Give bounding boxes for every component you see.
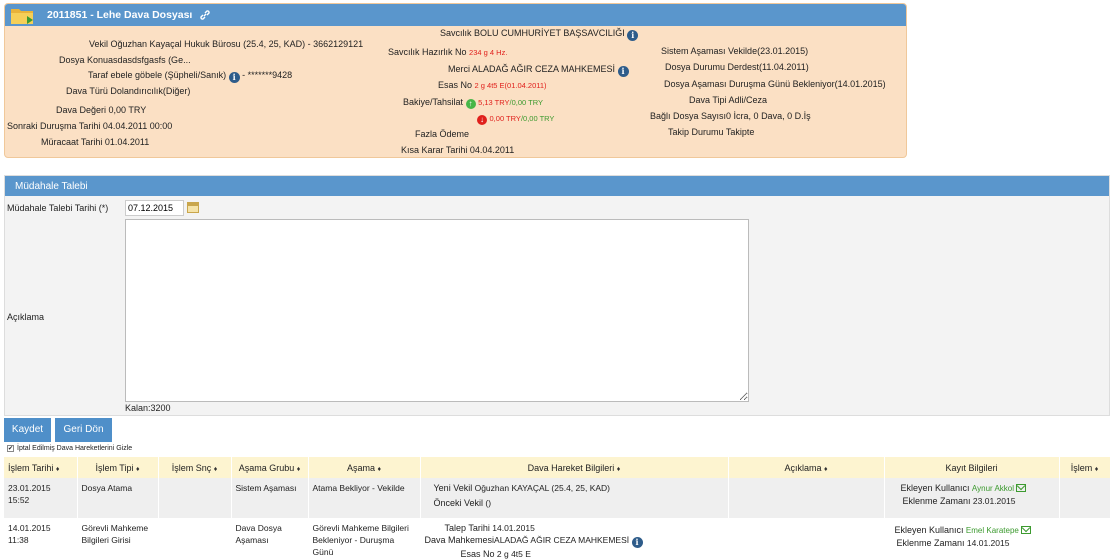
field-dosya-durumu: Dosya Durumu Derdest(11.04.2011) [665, 62, 809, 72]
field-merci: Merci ALADAĞ AĞIR CEZA MAHKEMESİ i [448, 64, 629, 77]
field-savcilik: Savcılık BOLU CUMHURİYET BAŞSAVCILIĞI i [440, 28, 639, 41]
cell-record: Ekleyen Kullanıcı Aynur Akkol Eklenme Za… [884, 478, 1060, 518]
cell-stage: Görevli Mahkeme Bilgileri Bekleniyor - D… [308, 518, 421, 559]
field-dosya-asamasi: Dosya Aşaması Duruşma Günü Bekleniyor(14… [664, 79, 886, 89]
case-header: 2011851 - Lehe Dava Dosyası [5, 4, 906, 26]
cell-group: Dava Dosya Aşaması [231, 518, 309, 559]
col-kayit-bilgileri: Kayıt Bilgileri [884, 457, 1060, 478]
cell-info: Talep Tarihi 14.01.2015 Dava MahkemesiAL… [420, 518, 729, 559]
col-dava-hareket[interactable]: Dava Hareket Bilgileri ♦ [420, 457, 729, 478]
calendar-icon[interactable] [187, 202, 199, 213]
arrow-down-icon: ↓ [477, 115, 487, 125]
table-row: 14.01.2015 11:38 Görevli Mahkeme Bilgiler… [4, 518, 1111, 559]
field-fazla-odeme: Fazla Ödeme [415, 129, 470, 139]
field-dava-degeri: Dava Değeri 0,00 TRY [56, 105, 147, 115]
link-icon[interactable] [199, 9, 211, 21]
request-form-panel: Müdahale Talebi Müdahale Talebi Tarihi (… [4, 175, 1110, 416]
field-esas-no: Esas No 2 g 4t5 E(01.04.2011) [438, 80, 547, 90]
cell-stage: Atama Bekliyor - Vekilde [308, 478, 421, 518]
description-textarea[interactable] [125, 219, 749, 402]
field-sistem-asamasi: Sistem Aşaması Vekilde(23.01.2015) [661, 46, 809, 56]
col-asama-grubu[interactable]: Aşama Grubu ♦ [231, 457, 309, 478]
cell-info: Yeni Vekil Oğuzhan KAYAÇAL (25.4, 25, KA… [420, 478, 729, 518]
cell-description [728, 478, 885, 518]
table-header-row: İşlem Tarihi ♦ İşlem Tipi ♦ İşlem Snç ♦ … [4, 457, 1111, 478]
cell-type: Görevli Mahkeme Bilgileri Girisi [77, 518, 159, 559]
info-icon[interactable]: i [627, 30, 639, 41]
info-icon[interactable]: i [228, 72, 240, 83]
remaining-chars: Kalan:3200 [125, 403, 171, 413]
cell-action [1059, 478, 1111, 518]
date-label: Müdahale Talebi Tarihi (*) [7, 203, 109, 213]
cell-result [158, 478, 232, 518]
checkbox-icon[interactable]: ✔ [7, 445, 14, 452]
case-summary-panel: 2011851 - Lehe Dava Dosyası Vekil Oğuzha… [4, 3, 907, 158]
field-bakiye-down: ↓ 0,00 TRY/0,00 TRY [477, 113, 554, 125]
date-input[interactable] [125, 200, 184, 216]
mail-icon[interactable] [1021, 526, 1032, 534]
hide-cancelled-row[interactable]: ✔ İptal Edilmiş Dava Hareketlerini Gizle [7, 445, 132, 452]
cell-action [1059, 518, 1111, 559]
info-icon[interactable]: i [631, 537, 643, 548]
arrow-up-icon: ↑ [465, 99, 476, 109]
col-islem[interactable]: İşlem ♦ [1059, 457, 1111, 478]
field-takip-durumu: Takip Durumu Takipte [668, 127, 755, 137]
field-hazirlik-no: Savcılık Hazırlık No 234 g 4 Hz. [388, 47, 508, 57]
cell-description [728, 518, 885, 559]
table-row: 23.01.2015 15:52 Dosya Atama Sistem Aşama… [4, 478, 1111, 518]
field-dosya-konu: Dosya Konuasdasdsfgasfs (Ge... [59, 55, 191, 65]
back-button[interactable]: Geri Dön [55, 418, 112, 442]
field-bagli-dosya: Bağlı Dosya Sayısı0 İcra, 0 Dava, 0 D.İş [650, 111, 811, 121]
field-sonraki-durusma: Sonraki Duruşma Tarihi 04.04.2011 00:00 [7, 121, 173, 131]
field-kisa-karar: Kısa Karar Tarihi 04.04.2011 [401, 145, 515, 155]
folder-icon [11, 9, 33, 24]
field-dava-turu: Dava Türü Dolandırıcılık(Diğer) [66, 86, 191, 96]
cell-group: Sistem Aşaması [231, 478, 309, 518]
cell-result [158, 518, 232, 559]
description-label: Açıklama [7, 312, 45, 322]
case-title: 2011851 - Lehe Dava Dosyası [47, 9, 193, 21]
case-actions-table: İşlem Tarihi ♦ İşlem Tipi ♦ İşlem Snç ♦ … [4, 457, 1111, 559]
field-bakiye: Bakiye/Tahsilat ↑ 5,13 TRY/0,00 TRY [403, 97, 543, 109]
hide-cancelled-label: İptal Edilmiş Dava Hareketlerini Gizle [17, 445, 133, 452]
col-islem-tarihi[interactable]: İşlem Tarihi ♦ [4, 457, 78, 478]
cell-type: Dosya Atama [77, 478, 159, 518]
field-dava-tipi: Dava Tipi Adli/Ceza [689, 95, 768, 105]
col-aciklama[interactable]: Açıklama ♦ [728, 457, 885, 478]
field-taraf: Taraf ebele göbele (Şüpheli/Sanık) i - *… [88, 70, 293, 83]
info-icon[interactable]: i [617, 66, 629, 77]
col-islem-snc[interactable]: İşlem Snç ♦ [158, 457, 232, 478]
save-button[interactable]: Kaydet [4, 418, 51, 442]
mail-icon[interactable] [1016, 484, 1027, 492]
cell-date: 23.01.2015 15:52 [4, 478, 78, 518]
cell-date: 14.01.2015 11:38 [4, 518, 78, 559]
cell-record: Ekleyen Kullanıcı Emel Karatepe Eklenme … [884, 518, 1060, 559]
request-form-title: Müdahale Talebi [5, 176, 1109, 196]
field-vekil: Vekil Oğuzhan Kayaçal Hukuk Bürosu (25.4… [89, 39, 364, 49]
col-islem-tipi[interactable]: İşlem Tipi ♦ [77, 457, 159, 478]
col-asama[interactable]: Aşama ♦ [308, 457, 421, 478]
field-muracaat: Müracaat Tarihi 01.04.2011 [41, 137, 150, 147]
